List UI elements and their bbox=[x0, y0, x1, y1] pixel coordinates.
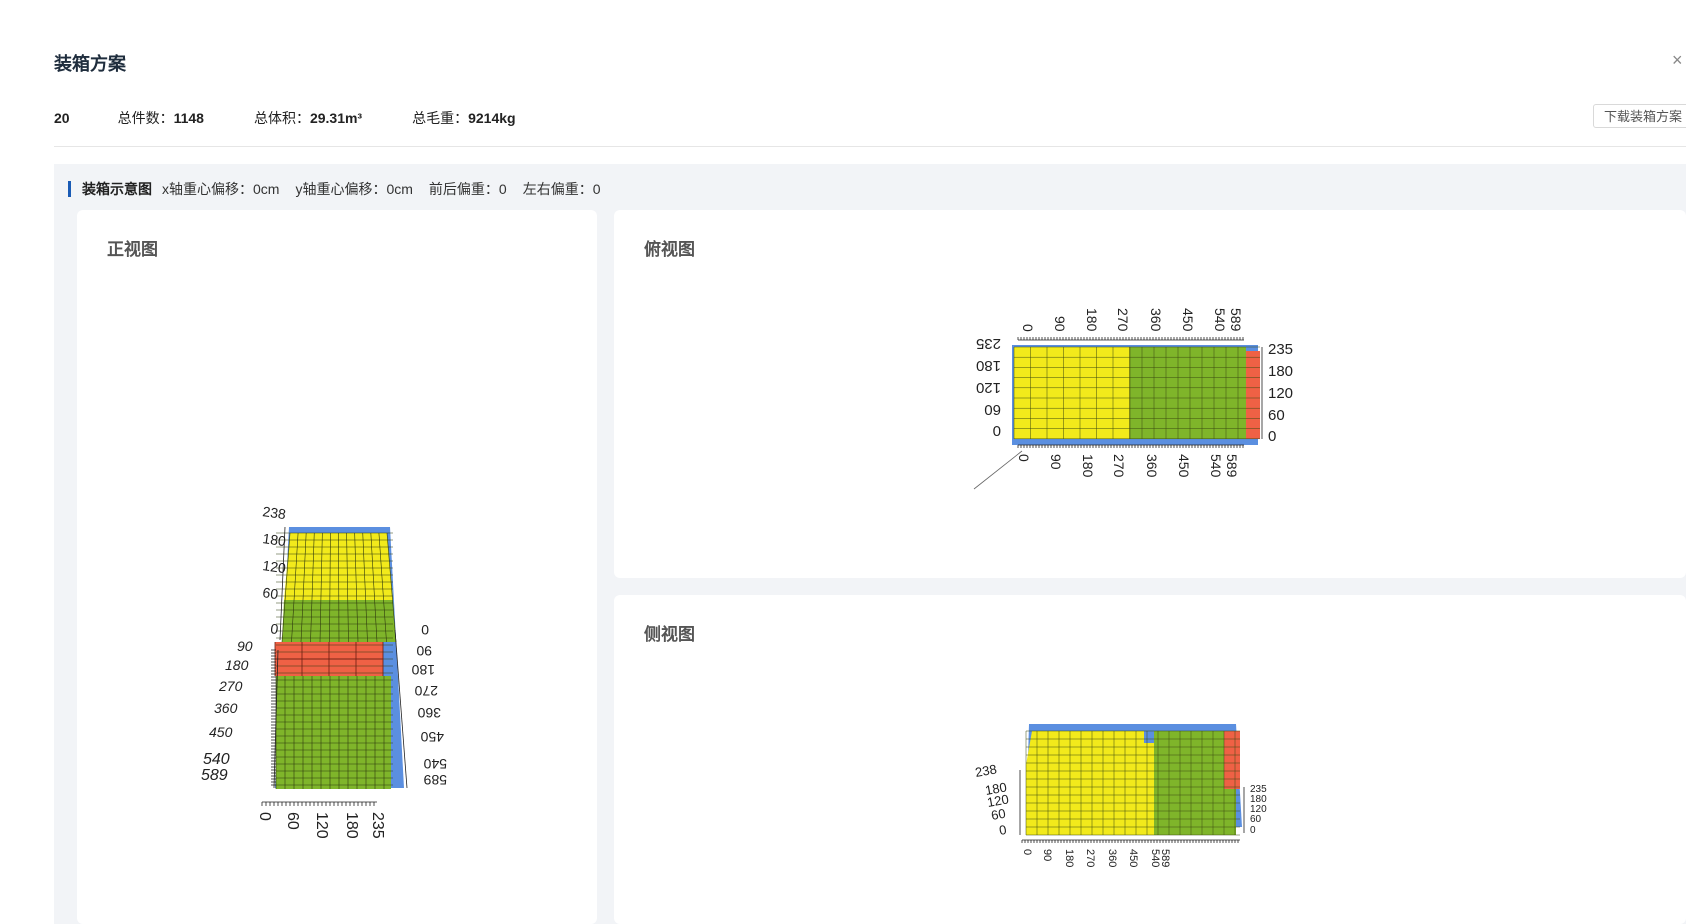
top-width-tick-label-left: 180 bbox=[976, 357, 1001, 374]
top-width-tick-label-left: 60 bbox=[984, 401, 1001, 418]
front-width-tick-label: 180 bbox=[343, 812, 360, 839]
front-height-tick-label: 238 bbox=[262, 503, 288, 522]
top-length-tick-label-bottom: 270 bbox=[1111, 454, 1127, 478]
top-length-tick-label-bottom: 90 bbox=[1048, 454, 1064, 470]
top-green-zone bbox=[1130, 347, 1246, 439]
dialog-title: 装箱方案 bbox=[54, 54, 126, 74]
side-length-tick-label: 360 bbox=[1106, 849, 1118, 867]
front-length-tick-label: 540 bbox=[203, 751, 230, 768]
top-length-tick-label-bottom: 450 bbox=[1176, 454, 1192, 478]
top-width-tick-label-right: 120 bbox=[1268, 385, 1293, 402]
front-width-tick-label: 235 bbox=[369, 812, 386, 839]
y-offset-metric: y轴重心偏移：0cm bbox=[295, 181, 413, 197]
front-height-tick-label: 120 bbox=[262, 557, 288, 576]
front-mirror-tick-label: 360 bbox=[417, 705, 441, 721]
side-view-card: 侧视图 0 90 180 270 360 450 540 589 238 180 120 60 0 235… bbox=[614, 595, 1686, 924]
section-accent-bar bbox=[68, 181, 71, 197]
top-length-tick-label-top: 540 bbox=[1212, 308, 1228, 332]
side-width-tick-label: 60 bbox=[1250, 814, 1262, 825]
x-offset-metric: x轴重心偏移：0cm bbox=[162, 181, 280, 197]
front-mirror-tick-label: 540 bbox=[423, 756, 447, 772]
total-pieces-label: 总件数： bbox=[117, 110, 174, 126]
top-view-card: 俯视图 0 0 90 90 180 180 270 270 360 360 450 450 540 540… bbox=[614, 210, 1686, 578]
top-length-tick-label-bottom: 589 bbox=[1224, 454, 1240, 478]
side-width-tick-label: 0 bbox=[1250, 825, 1256, 836]
top-length-tick-label-top: 180 bbox=[1084, 308, 1100, 332]
front-mirror-tick-label: 90 bbox=[416, 643, 432, 659]
front-height-tick-label: 180 bbox=[262, 530, 288, 549]
side-height-tick-label: 60 bbox=[990, 806, 1007, 823]
top-red-zone bbox=[1246, 351, 1260, 439]
side-yellow-block bbox=[1026, 731, 1144, 835]
side-length-tick-label: 0 bbox=[1021, 849, 1033, 855]
side-height-tick-label: 0 bbox=[998, 822, 1008, 838]
side-length-tick-label: 180 bbox=[1063, 849, 1075, 867]
top-length-tick-label-bottom: 360 bbox=[1144, 454, 1160, 478]
side-view-diagram: 0 90 180 270 360 450 5405892381801206002351801… bbox=[974, 724, 1267, 867]
front-length-tick-label: 90 bbox=[237, 638, 253, 654]
side-yellow-strip bbox=[1144, 743, 1154, 835]
front-view-card: 正视图 238 180 120 60 0 90 180 270 360 450 540 589 0 90 1… bbox=[77, 210, 597, 924]
download-plan-button[interactable]: 下载装箱方案 bbox=[1593, 104, 1686, 128]
top-perspective-line bbox=[973, 450, 1023, 490]
front-length-tick-label: 450 bbox=[209, 724, 233, 740]
top-length-tick-label-top: 589 bbox=[1228, 308, 1244, 332]
front-green-block bbox=[276, 676, 391, 789]
front-width-tick-label: 60 bbox=[284, 812, 301, 830]
total-volume-value: 29.31m³ bbox=[309, 110, 363, 126]
top-length-tick-label-top: 90 bbox=[1052, 316, 1068, 332]
total-weight-value: 9214kg bbox=[468, 110, 516, 126]
top-width-tick-label-right: 180 bbox=[1268, 363, 1293, 380]
front-mirror-tick-label: 180 bbox=[411, 662, 435, 678]
side-length-tick-label: 270 bbox=[1084, 849, 1096, 867]
divider bbox=[54, 146, 1686, 147]
top-width-tick-label-right: 0 bbox=[1268, 428, 1276, 445]
side-red-block bbox=[1224, 731, 1240, 789]
side-green-block bbox=[1154, 731, 1236, 835]
front-mirror-tick-label: 0 bbox=[421, 622, 429, 638]
front-mirror-tick-label: 270 bbox=[414, 683, 438, 699]
top-length-tick-label-top: 450 bbox=[1180, 308, 1196, 332]
front-view-diagram: 2381801206009018027036045054058909018027… bbox=[201, 503, 447, 839]
side-height-tick-label: 238 bbox=[974, 761, 998, 780]
front-height-tick-label: 60 bbox=[262, 584, 280, 602]
close-icon[interactable]: × bbox=[1672, 50, 1683, 71]
section-title: 装箱示意图 bbox=[82, 181, 152, 197]
total-pieces-value: 1148 bbox=[173, 110, 204, 126]
top-width-tick-label-right: 235 bbox=[1268, 341, 1293, 358]
section-header: 装箱示意图 x轴重心偏移：0cm y轴重心偏移：0cm 前后偏重：0 左右偏重：… bbox=[82, 181, 617, 197]
left-right-metric: 左右偏重：0 bbox=[522, 181, 601, 197]
front-length-tick-label: 589 bbox=[201, 767, 228, 784]
top-width-tick-label-left: 0 bbox=[993, 422, 1001, 439]
total-weight-label: 总毛重： bbox=[412, 110, 469, 126]
front-height-tick-label: 0 bbox=[270, 620, 280, 637]
top-view-diagram: 0090901801802702703603604504505405405895… bbox=[973, 308, 1293, 490]
packing-diagram-panel: 装箱示意图 x轴重心偏移：0cm y轴重心偏移：0cm 前后偏重：0 左右偏重：… bbox=[54, 164, 1686, 924]
side-length-tick-label: 589 bbox=[1159, 849, 1171, 867]
total-volume-label: 总体积： bbox=[253, 110, 310, 126]
front-mirror-tick-label: 589 bbox=[423, 772, 447, 788]
top-length-tick-label-top: 0 bbox=[1020, 324, 1036, 332]
front-back-metric: 前后偏重：0 bbox=[428, 181, 507, 197]
container-count: 20 bbox=[54, 110, 70, 126]
top-length-tick-label-bottom: 0 bbox=[1016, 454, 1032, 462]
front-length-tick-label: 180 bbox=[225, 657, 249, 673]
front-mirror-tick-label: 450 bbox=[420, 729, 444, 745]
summary-bar: 20 总件数：1148 总体积：29.31m³ 总毛重：9214kg bbox=[54, 107, 516, 129]
top-length-tick-label-top: 360 bbox=[1148, 308, 1164, 332]
top-width-tick-label-right: 60 bbox=[1268, 407, 1285, 424]
top-yellow-zone bbox=[1014, 347, 1130, 439]
top-length-tick-label-bottom: 540 bbox=[1208, 454, 1224, 478]
top-width-tick-label-left: 235 bbox=[976, 335, 1001, 352]
front-width-tick-label: 120 bbox=[313, 812, 330, 839]
side-length-tick-label: 450 bbox=[1127, 849, 1139, 867]
top-width-tick-label-left: 120 bbox=[976, 379, 1001, 396]
front-length-tick-label: 360 bbox=[214, 700, 238, 716]
top-length-tick-label-bottom: 180 bbox=[1080, 454, 1096, 478]
front-width-tick-label: 0 bbox=[256, 812, 273, 821]
front-length-tick-label: 270 bbox=[218, 678, 243, 694]
side-length-tick-label: 90 bbox=[1041, 849, 1053, 861]
top-length-tick-label-top: 270 bbox=[1115, 308, 1131, 332]
